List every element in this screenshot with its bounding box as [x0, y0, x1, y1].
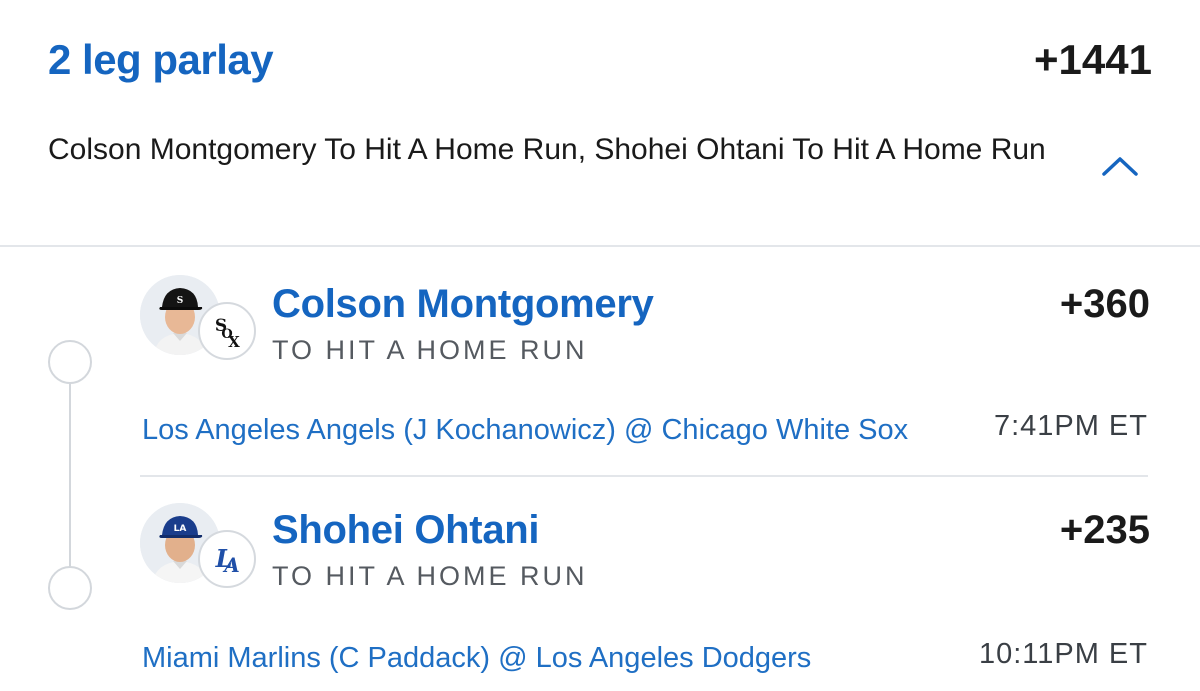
leg-market: TO HIT A HOME RUN [272, 561, 588, 591]
leg-game-time: 10:11PM ET [978, 638, 1148, 670]
timeline-node-2 [48, 566, 92, 610]
leg-player-name[interactable]: Shohei Ohtani [272, 508, 540, 553]
leg-odds: +235 [1059, 508, 1150, 552]
parlay-card: 2 leg parlay +1441 Colson Montgomery To … [0, 0, 1200, 691]
svg-text:LA: LA [174, 524, 187, 534]
white-sox-logo-icon: S O X [198, 302, 256, 360]
parlay-description: Colson Montgomery To Hit A Home Run, Sho… [48, 133, 1046, 166]
chevron-up-icon[interactable] [1098, 152, 1142, 180]
leg-divider [140, 475, 1148, 477]
svg-text:S: S [177, 296, 184, 306]
parlay-odds: +1441 [1034, 36, 1152, 83]
parlay-title: 2 leg parlay [48, 36, 274, 83]
timeline-line [69, 383, 71, 567]
leg-game-time: 7:41PM ET [993, 410, 1148, 442]
svg-text:X: X [228, 333, 240, 351]
leg-game-link[interactable]: Los Angeles Angels (J Kochanowicz) @ Chi… [142, 414, 962, 447]
leg-odds: +360 [1059, 282, 1150, 326]
leg-game-link[interactable]: Miami Marlins (C Paddack) @ Los Angeles … [142, 642, 962, 675]
svg-text:A: A [222, 553, 240, 577]
leg-market: TO HIT A HOME RUN [272, 335, 588, 365]
header-divider [0, 245, 1200, 247]
dodgers-logo-icon: L A [198, 530, 256, 588]
leg-player-name[interactable]: Colson Montgomery [272, 282, 654, 327]
timeline-node-1 [48, 340, 92, 384]
